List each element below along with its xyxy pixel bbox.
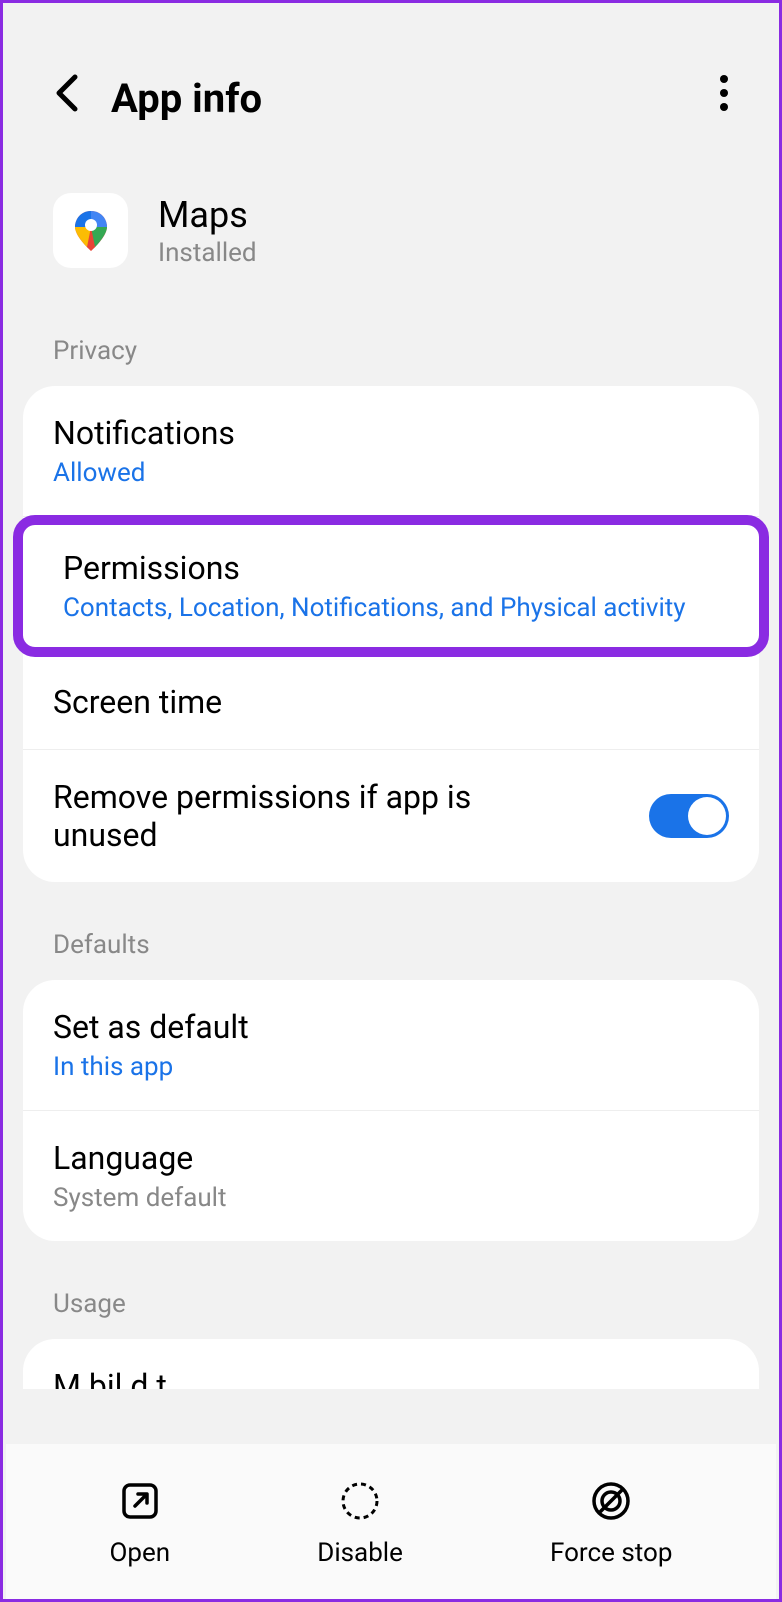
permissions-subtitle: Contacts, Location, Notifications, and P… <box>63 593 719 623</box>
notifications-subtitle: Allowed <box>53 458 729 488</box>
open-label: Open <box>110 1538 171 1568</box>
back-button[interactable] <box>53 73 81 123</box>
disable-icon <box>335 1476 385 1526</box>
more-options-button[interactable] <box>719 73 729 123</box>
remove-permissions-row[interactable]: Remove permissions if app is unused <box>23 750 759 882</box>
set-default-title: Set as default <box>53 1008 729 1046</box>
disable-label: Disable <box>317 1538 403 1568</box>
remove-permissions-title: Remove permissions if app is unused <box>53 778 553 854</box>
disable-button[interactable]: Disable <box>317 1476 403 1568</box>
privacy-card: Notifications Allowed Permissions Contac… <box>23 386 759 882</box>
language-title: Language <box>53 1139 729 1177</box>
page-title: App info <box>111 75 262 122</box>
permissions-row[interactable]: Permissions Contacts, Location, Notifica… <box>13 515 769 657</box>
language-row[interactable]: Language System default <box>23 1111 759 1241</box>
screen-time-row[interactable]: Screen time <box>23 655 759 750</box>
force-stop-label: Force stop <box>550 1538 672 1568</box>
set-default-row[interactable]: Set as default In this app <box>23 980 759 1111</box>
force-stop-button[interactable]: Force stop <box>550 1476 672 1568</box>
set-default-subtitle: In this app <box>53 1052 729 1082</box>
mobile-data-title: M bil d t <box>53 1367 729 1389</box>
section-header-privacy: Privacy <box>3 328 779 386</box>
notifications-row[interactable]: Notifications Allowed <box>23 386 759 517</box>
permissions-title: Permissions <box>63 549 719 587</box>
force-stop-icon <box>586 1476 636 1526</box>
app-name: Maps <box>158 194 257 236</box>
section-header-usage: Usage <box>3 1281 779 1339</box>
screen-time-title: Screen time <box>53 683 729 721</box>
usage-card: M bil d t <box>23 1339 759 1389</box>
app-header: Maps Installed <box>3 153 779 328</box>
header: App info <box>3 3 779 153</box>
remove-permissions-toggle[interactable] <box>649 794 729 838</box>
app-status: Installed <box>158 238 257 268</box>
open-icon <box>115 1476 165 1526</box>
defaults-card: Set as default In this app Language Syst… <box>23 980 759 1241</box>
app-icon <box>53 193 128 268</box>
open-button[interactable]: Open <box>110 1476 171 1568</box>
language-subtitle: System default <box>53 1183 729 1213</box>
section-header-defaults: Defaults <box>3 922 779 980</box>
notifications-title: Notifications <box>53 414 729 452</box>
bottom-nav: Open Disable Force stop <box>6 1444 776 1599</box>
